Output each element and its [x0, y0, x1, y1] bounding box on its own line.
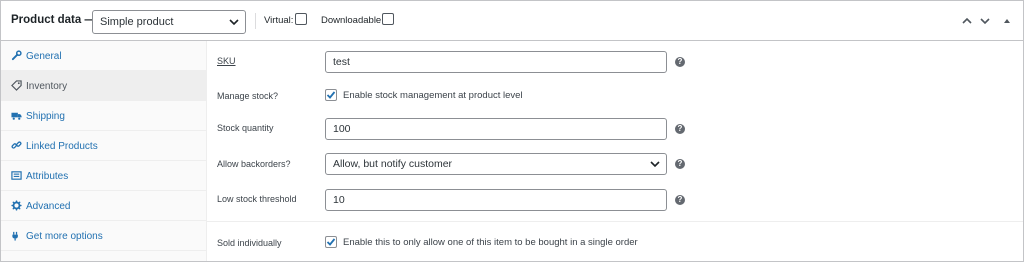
truck-icon [11, 112, 22, 120]
backorders-value: Allow, but notify customer [333, 158, 453, 170]
checkmark-icon [326, 238, 336, 246]
toggle-panel-icon[interactable] [1001, 15, 1013, 27]
tab-shipping[interactable]: Shipping [1, 101, 207, 131]
tab-label: Advanced [26, 201, 71, 212]
downloadable-checkbox[interactable] [382, 13, 394, 25]
sku-label: SKU [217, 56, 236, 66]
product-data-tabs: General Inventory Shipping Linked Produc… [1, 41, 207, 261]
sold-individually-description: Enable this to only allow one of this it… [343, 237, 638, 248]
chevron-down-icon[interactable] [979, 15, 991, 27]
tab-label: Inventory [26, 81, 68, 92]
help-icon[interactable]: ? [675, 159, 685, 169]
tab-label: General [26, 51, 62, 62]
panel-title: Product data — [11, 14, 96, 26]
stock-quantity-input[interactable]: 100 [325, 118, 667, 140]
manage-stock-checkbox[interactable] [325, 89, 337, 101]
plugin-icon [12, 231, 18, 241]
backorders-label: Allow backorders? [217, 159, 291, 169]
help-icon[interactable]: ? [675, 57, 685, 67]
header-divider [255, 13, 256, 29]
backorders-select[interactable]: Allow, but notify customer [325, 153, 667, 175]
tag-icon [11, 80, 22, 91]
inventory-panel: SKU test ? Manage stock? Enable stock ma… [207, 41, 1023, 261]
product-type-select[interactable]: Simple product [92, 10, 246, 34]
link-icon [11, 141, 22, 149]
sku-input[interactable]: test [325, 51, 667, 73]
tab-advanced[interactable]: Advanced [1, 191, 207, 221]
tab-inventory[interactable]: Inventory [1, 71, 207, 101]
tab-linked-products[interactable]: Linked Products [1, 131, 207, 161]
low-stock-threshold-value: 10 [333, 194, 345, 206]
checkmark-icon [326, 91, 336, 99]
tab-attributes[interactable]: Attributes [1, 161, 207, 191]
product-type-value: Simple product [100, 16, 174, 28]
help-icon[interactable]: ? [675, 195, 685, 205]
tab-get-more-options[interactable]: Get more options [1, 221, 207, 251]
downloadable-label: Downloadable: [321, 15, 384, 26]
manage-stock-description: Enable stock management at product level [343, 90, 523, 101]
virtual-checkbox[interactable] [295, 13, 307, 25]
sold-individually-checkbox[interactable] [325, 236, 337, 248]
tab-label: Linked Products [26, 141, 98, 152]
low-stock-threshold-label: Low stock threshold [217, 194, 297, 204]
product-data-panel: Product data — Simple product Virtual: D… [0, 0, 1024, 262]
help-icon[interactable]: ? [675, 124, 685, 134]
tab-label: Get more options [26, 231, 103, 242]
list-icon [11, 171, 22, 180]
low-stock-threshold-input[interactable]: 10 [325, 189, 667, 211]
chevron-down-icon [229, 19, 239, 26]
panel-header: Product data — Simple product Virtual: D… [1, 1, 1023, 41]
tab-label: Shipping [26, 111, 65, 122]
manage-stock-label: Manage stock? [217, 91, 279, 101]
tab-label: Attributes [26, 171, 69, 182]
sku-value: test [333, 56, 350, 68]
stock-quantity-value: 100 [333, 123, 351, 135]
section-divider [207, 221, 1023, 222]
sold-individually-label: Sold individually [217, 238, 282, 248]
gear-icon [11, 200, 22, 211]
stock-quantity-label: Stock quantity [217, 123, 274, 133]
chevron-down-icon [650, 161, 660, 168]
virtual-label: Virtual: [264, 15, 294, 26]
chevron-up-icon[interactable] [961, 15, 973, 27]
wrench-icon [11, 50, 22, 61]
tab-general[interactable]: General [1, 41, 207, 71]
